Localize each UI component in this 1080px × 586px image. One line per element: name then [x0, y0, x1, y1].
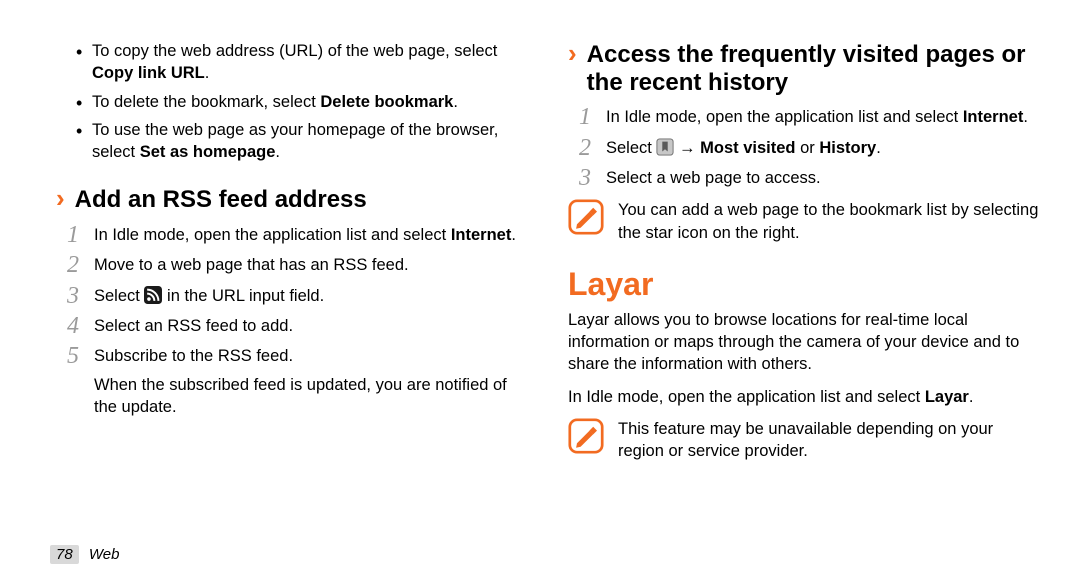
step-row: 1 In Idle mode, open the application lis… [64, 222, 528, 248]
step-body: Subscribe to the RSS feed. [94, 343, 528, 367]
step-body: Select a web page to access. [606, 165, 1040, 189]
bold-text: Internet [963, 108, 1024, 126]
step-row: 3 Select a web page to access. [576, 165, 1040, 191]
step-row: 4 Select an RSS feed to add. [64, 313, 528, 339]
paragraph: Layar allows you to browse locations for… [568, 309, 1040, 376]
step-number: 3 [576, 165, 594, 191]
step-body: Move to a web page that has an RSS feed. [94, 252, 528, 276]
text: → [679, 139, 700, 157]
text: Select [606, 139, 656, 157]
text: In Idle mode, open the application list … [94, 226, 451, 244]
text: Select [94, 287, 144, 305]
note-icon [568, 199, 604, 235]
bold-text: Internet [451, 226, 512, 244]
note-row: This feature may be unavailable dependin… [568, 418, 1040, 463]
chevron-right-icon: › [568, 40, 577, 66]
page-number: 78 [50, 545, 79, 564]
text: To copy the web address (URL) of the web… [92, 42, 497, 60]
text: . [511, 226, 516, 244]
text: . [969, 388, 974, 406]
step-row: 3 Select in the URL input field. [64, 283, 528, 309]
step-number: 1 [64, 222, 82, 248]
step-body: In Idle mode, open the application list … [606, 104, 1040, 128]
text: . [1023, 108, 1028, 126]
paragraph: In Idle mode, open the application list … [568, 386, 1040, 408]
right-column: › Access the frequently visited pages or… [552, 40, 1040, 470]
bold-text: Delete bookmark [320, 93, 453, 111]
section-heading: › Add an RSS feed address [56, 185, 528, 214]
note-icon [568, 418, 604, 454]
step-body: Select an RSS feed to add. [94, 313, 528, 337]
section-title: Access the frequently visited pages or t… [587, 41, 1040, 96]
text: In Idle mode, open the application list … [606, 108, 963, 126]
bold-text: Copy link URL [92, 64, 205, 82]
step-number: 2 [576, 135, 594, 161]
note-row: You can add a web page to the bookmark l… [568, 199, 1040, 244]
step-number: 2 [64, 252, 82, 278]
rss-icon [144, 286, 162, 304]
section-title: Add an RSS feed address [75, 186, 367, 214]
bullet-list: To copy the web address (URL) of the web… [40, 40, 528, 163]
left-column: To copy the web address (URL) of the web… [40, 40, 528, 470]
step-row: 2 Select → Most visited or History. [576, 135, 1040, 161]
text: In Idle mode, open the application list … [568, 388, 925, 406]
step-body: In Idle mode, open the application list … [94, 222, 528, 246]
text: To delete the bookmark, select [92, 93, 320, 111]
bold-text: History [819, 139, 876, 157]
step-number: 1 [576, 104, 594, 130]
step-row: 5 Subscribe to the RSS feed. [64, 343, 528, 369]
bullet-item: To copy the web address (URL) of the web… [76, 40, 528, 85]
note-text: You can add a web page to the bookmark l… [618, 199, 1040, 244]
page-body: To copy the web address (URL) of the web… [0, 0, 1080, 470]
text: . [453, 93, 458, 111]
page-footer: 78 Web [50, 545, 119, 564]
text: in the URL input field. [167, 287, 324, 305]
step-number: 4 [64, 313, 82, 339]
page-category: Web [89, 546, 120, 563]
step-extra-text: When the subscribed feed is updated, you… [94, 374, 528, 419]
step-number: 3 [64, 283, 82, 309]
step-body: Select in the URL input field. [94, 283, 528, 307]
step-body: Select → Most visited or History. [606, 135, 1040, 159]
step-row: 1 In Idle mode, open the application lis… [576, 104, 1040, 130]
bullet-item: To delete the bookmark, select Delete bo… [76, 91, 528, 113]
text: . [205, 64, 210, 82]
chevron-right-icon: › [56, 185, 65, 211]
text: . [275, 143, 280, 161]
bookmark-tab-icon [656, 138, 674, 156]
text: or [796, 139, 820, 157]
step-row: 2 Move to a web page that has an RSS fee… [64, 252, 528, 278]
note-text: This feature may be unavailable dependin… [618, 418, 1040, 463]
text: . [876, 139, 881, 157]
big-section-title: Layar [568, 266, 1040, 303]
section-heading: › Access the frequently visited pages or… [568, 40, 1040, 96]
step-number: 5 [64, 343, 82, 369]
bold-text: Most visited [700, 139, 795, 157]
bold-text: Layar [925, 388, 969, 406]
bold-text: Set as homepage [140, 143, 276, 161]
bullet-item: To use the web page as your homepage of … [76, 119, 528, 164]
